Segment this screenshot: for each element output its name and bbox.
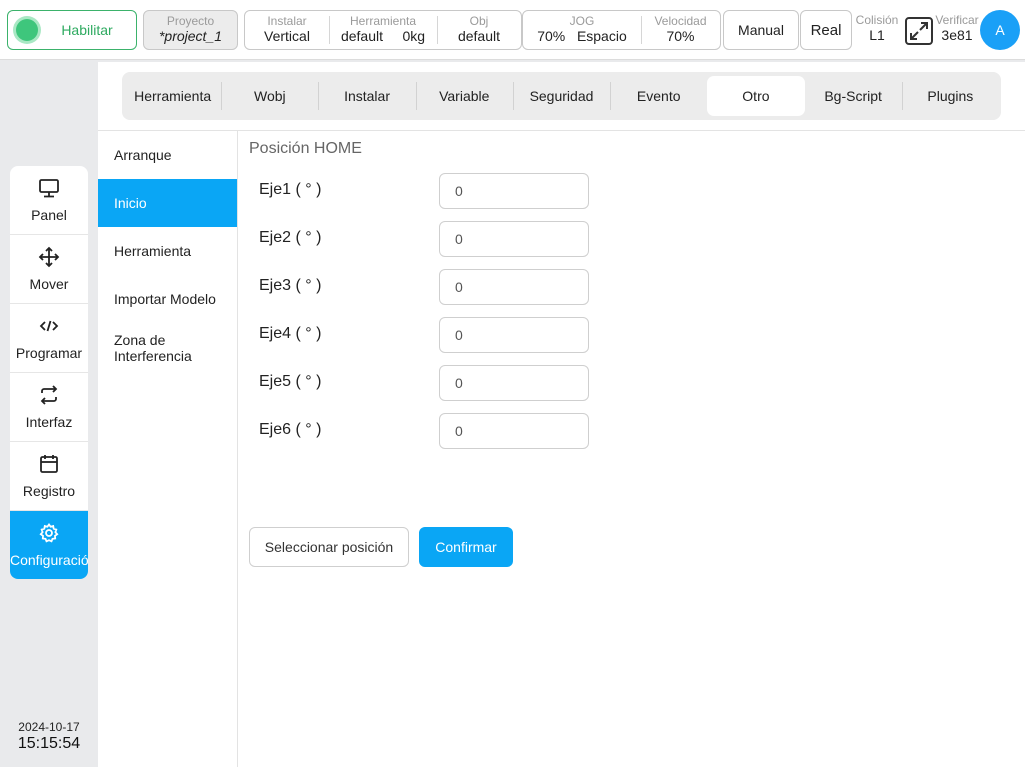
jog-label: JOG xyxy=(569,14,595,28)
verify-indicator[interactable]: Verificar 3e81 xyxy=(934,13,980,44)
obj-label: Obj xyxy=(469,14,489,28)
jog-value-row: 70% Espacio xyxy=(523,28,641,44)
nav-label-interface: Interfaz xyxy=(25,414,73,430)
clock-date: 2024-10-17 xyxy=(18,720,80,734)
subnav-item-startup[interactable]: Arranque xyxy=(98,131,237,179)
tab-bg-script[interactable]: Bg-Script xyxy=(805,76,902,116)
tool-label: Herramienta xyxy=(349,14,417,28)
obj-value: default xyxy=(457,28,501,44)
tool-weight: 0kg xyxy=(402,28,426,44)
jog-percent: 70% xyxy=(537,28,566,44)
axis-label: Eje2 ( ° ) xyxy=(259,229,322,246)
axis-6-input[interactable] xyxy=(439,413,589,449)
section-title: Posición HOME xyxy=(249,140,362,157)
move-icon xyxy=(38,246,60,268)
axis-4-input[interactable] xyxy=(439,317,589,353)
axis-1-input[interactable] xyxy=(439,173,589,209)
axis-row: Eje3 ( ° ) xyxy=(259,269,589,305)
settings-tabs: Herramienta Wobj Instalar Variable Segur… xyxy=(122,72,1001,120)
nav-item-panel[interactable]: Panel xyxy=(10,166,88,235)
tab-other[interactable]: Otro xyxy=(707,76,805,116)
speed-label: Velocidad xyxy=(654,14,707,28)
collision-value: L1 xyxy=(869,27,885,43)
nav-label-program: Programar xyxy=(15,345,83,361)
axis-label: Eje5 ( ° ) xyxy=(259,373,322,390)
axis-row: Eje4 ( ° ) xyxy=(259,317,589,353)
tool-cell[interactable]: Herramienta default 0kg xyxy=(329,11,437,49)
obj-cell[interactable]: Obj default xyxy=(437,11,521,49)
axis-row: Eje5 ( ° ) xyxy=(259,365,589,401)
real-mode-button[interactable]: Real xyxy=(800,10,852,50)
tab-wobj[interactable]: Wobj xyxy=(221,76,318,116)
subnav-item-import-model[interactable]: Importar Modelo xyxy=(98,275,237,323)
top-bar: Habilitar Proyecto *project_1 Instalar V… xyxy=(0,0,1025,60)
user-avatar[interactable]: A xyxy=(980,10,1020,50)
monitor-icon xyxy=(39,179,59,198)
expand-icon[interactable] xyxy=(904,16,934,46)
jog-speed-group[interactable]: JOG 70% Espacio Velocidad 70% xyxy=(522,10,721,50)
axis-label: Eje3 ( ° ) xyxy=(259,277,322,294)
select-position-button[interactable]: Seleccionar posición xyxy=(249,527,409,567)
jog-mode: Espacio xyxy=(576,28,627,44)
tab-plugins[interactable]: Plugins xyxy=(901,76,999,116)
swap-icon xyxy=(40,385,58,405)
subnav-item-interference-zone[interactable]: Zona de Interferencia xyxy=(98,323,237,371)
nav-label-move: Mover xyxy=(29,276,69,292)
nav-label-log: Registro xyxy=(22,483,76,499)
install-label: Instalar xyxy=(267,14,307,28)
install-tool-obj-group[interactable]: Instalar Vertical Herramienta default 0k… xyxy=(244,10,522,50)
axis-3-input[interactable] xyxy=(439,269,589,305)
gear-icon xyxy=(39,522,59,543)
verify-label: Verificar xyxy=(935,13,979,27)
axis-label: Eje4 ( ° ) xyxy=(259,325,322,342)
tab-event[interactable]: Evento xyxy=(610,76,707,116)
axis-row: Eje6 ( ° ) xyxy=(259,413,589,449)
subnav-item-interference-zone-label: Zona de Interferencia xyxy=(114,332,192,364)
project-value: *project_1 xyxy=(158,28,223,44)
jog-cell[interactable]: JOG 70% Espacio xyxy=(523,11,641,49)
nav-item-settings[interactable]: Configuración xyxy=(10,511,88,579)
nav-item-program[interactable]: Programar xyxy=(10,304,88,373)
collision-indicator[interactable]: Colisión L1 xyxy=(855,13,899,44)
tool-value-row: default 0kg xyxy=(329,28,437,44)
side-nav: Panel Mover Programar Interfaz Registro … xyxy=(10,166,88,579)
enable-button[interactable]: Habilitar xyxy=(7,10,137,50)
sub-nav: Arranque Inicio Herramienta Importar Mod… xyxy=(98,131,238,767)
nav-item-log[interactable]: Registro xyxy=(10,442,88,511)
axis-row: Eje1 ( ° ) xyxy=(259,173,589,209)
calendar-icon xyxy=(40,455,58,473)
axis-2-input[interactable] xyxy=(439,221,589,257)
project-selector[interactable]: Proyecto *project_1 xyxy=(143,10,238,50)
tool-value: default xyxy=(340,28,383,44)
confirm-button[interactable]: Confirmar xyxy=(419,527,513,567)
axis-5-input[interactable] xyxy=(439,365,589,401)
axis-label: Eje1 ( ° ) xyxy=(259,181,322,198)
nav-label-settings: Configuración xyxy=(10,552,88,568)
install-cell[interactable]: Instalar Vertical xyxy=(245,11,329,49)
subnav-item-home[interactable]: Inicio xyxy=(98,179,237,227)
speed-value: 70% xyxy=(666,28,695,44)
tab-tool[interactable]: Herramienta xyxy=(124,76,221,116)
nav-item-move[interactable]: Mover xyxy=(10,235,88,304)
collision-label: Colisión xyxy=(855,13,899,27)
axis-label: Eje6 ( ° ) xyxy=(259,421,322,438)
code-icon xyxy=(39,320,59,332)
tab-variable[interactable]: Variable xyxy=(415,76,513,116)
status-dot-icon xyxy=(16,19,38,41)
install-value: Vertical xyxy=(264,28,310,44)
clock-time: 15:15:54 xyxy=(17,735,81,752)
tab-safety[interactable]: Seguridad xyxy=(512,76,610,116)
clock: 2024-10-17 15:15:54 xyxy=(6,720,92,753)
project-label: Proyecto xyxy=(166,14,215,28)
nav-item-interface[interactable]: Interfaz xyxy=(10,373,88,442)
axis-row: Eje2 ( ° ) xyxy=(259,221,589,257)
main-panel: Herramienta Wobj Instalar Variable Segur… xyxy=(98,62,1025,767)
nav-label-panel: Panel xyxy=(31,207,67,223)
enable-label: Habilitar xyxy=(61,22,113,38)
speed-cell[interactable]: Velocidad 70% xyxy=(641,11,720,49)
subnav-item-tool[interactable]: Herramienta xyxy=(98,227,237,275)
verify-value: 3e81 xyxy=(941,27,973,43)
manual-mode-button[interactable]: Manual xyxy=(723,10,799,50)
tab-install[interactable]: Instalar xyxy=(318,76,415,116)
